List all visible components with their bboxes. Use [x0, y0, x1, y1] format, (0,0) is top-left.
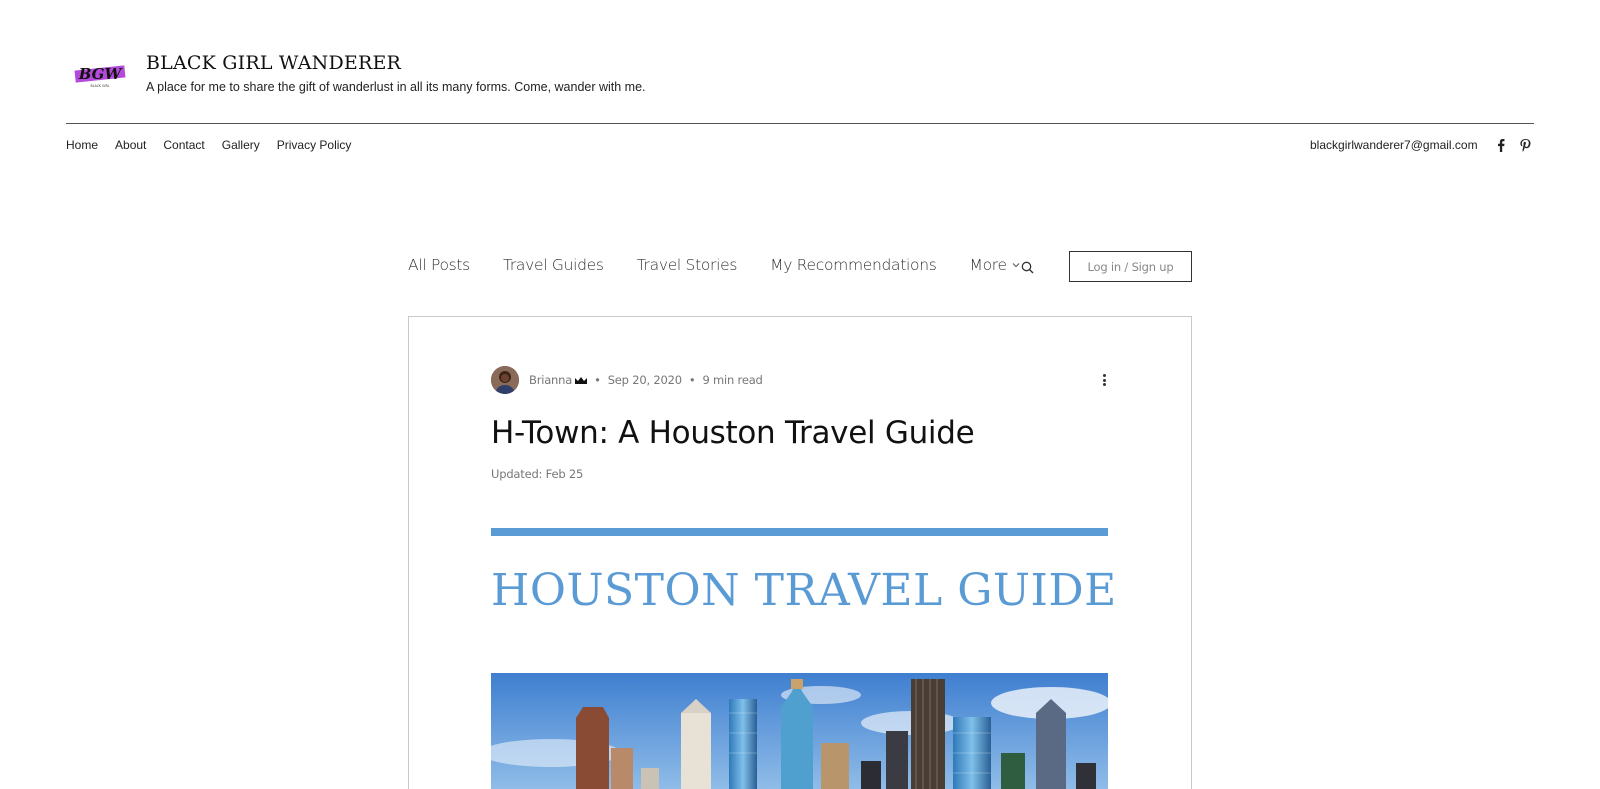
admin-crown-icon: [575, 376, 588, 385]
post-title: H-Town: A Houston Travel Guide: [491, 415, 975, 451]
svg-text:BLACK GIRL: BLACK GIRL: [91, 84, 110, 88]
nav-contact[interactable]: Contact: [163, 138, 204, 152]
nav-privacy-policy[interactable]: Privacy Policy: [277, 138, 352, 152]
post-updated-date: Updated: Feb 25: [491, 467, 584, 481]
banner-accent-bar: [491, 528, 1108, 536]
nav-about[interactable]: About: [115, 138, 146, 152]
nav-home[interactable]: Home: [66, 138, 98, 152]
more-label: More: [969, 256, 1008, 274]
avatar-image: [491, 366, 519, 394]
menu-dot: [1102, 383, 1106, 386]
more-categories-dropdown[interactable]: More: [970, 256, 1020, 274]
category-travel-stories[interactable]: Travel Stories: [637, 256, 738, 274]
facebook-glyph: [1498, 139, 1505, 152]
meta-separator-dot: •: [688, 373, 696, 387]
site-tagline: A place for me to share the gift of wand…: [146, 80, 646, 94]
login-signup-button[interactable]: Log in / Sign up: [1069, 251, 1192, 282]
post-more-actions-icon[interactable]: [1097, 372, 1111, 388]
menu-dot: [1102, 378, 1106, 382]
search-glyph: [1021, 261, 1034, 274]
meta-separator-dot: •: [594, 373, 601, 387]
logo-graphic: BGW BLACK GIRL: [74, 65, 126, 88]
nav-gallery[interactable]: Gallery: [222, 138, 260, 152]
site-nav: Home About Contact Gallery Privacy Polic…: [66, 138, 368, 152]
chevron-down-icon: [1012, 263, 1020, 268]
houston-skyline-image: [491, 673, 1108, 789]
category-travel-guides[interactable]: Travel Guides: [503, 256, 604, 274]
facebook-icon[interactable]: [1494, 138, 1508, 153]
pinterest-glyph: [1519, 138, 1530, 152]
blog-category-nav: All Posts Travel Guides Travel Stories M…: [408, 256, 1020, 274]
svg-text:BGW: BGW: [78, 65, 124, 83]
skyline-graphic: [491, 673, 1108, 789]
post-card: Brianna • Sep 20, 2020 • 9 min read H-To…: [408, 316, 1192, 789]
site-title[interactable]: BLACK GIRL WANDERER: [146, 52, 401, 74]
site-logo[interactable]: BGW BLACK GIRL: [72, 58, 128, 92]
search-icon[interactable]: [1020, 260, 1036, 276]
author-avatar[interactable]: [491, 366, 519, 394]
author-name[interactable]: Brianna: [529, 373, 572, 387]
banner-title: HOUSTON TRAVEL GUIDE: [491, 565, 1117, 616]
header-divider: [66, 123, 1534, 124]
read-time: 9 min read: [702, 373, 763, 387]
category-all-posts[interactable]: All Posts: [408, 256, 470, 274]
post-date: Sep 20, 2020: [607, 373, 682, 387]
crown-glyph: [575, 376, 588, 384]
menu-dot: [1102, 374, 1106, 377]
post-meta: Brianna • Sep 20, 2020 • 9 min read: [529, 373, 763, 387]
category-my-recommendations[interactable]: My Recommendations: [770, 256, 937, 274]
pinterest-icon[interactable]: [1518, 138, 1532, 153]
contact-email[interactable]: blackgirlwanderer7@gmail.com: [1310, 138, 1478, 152]
